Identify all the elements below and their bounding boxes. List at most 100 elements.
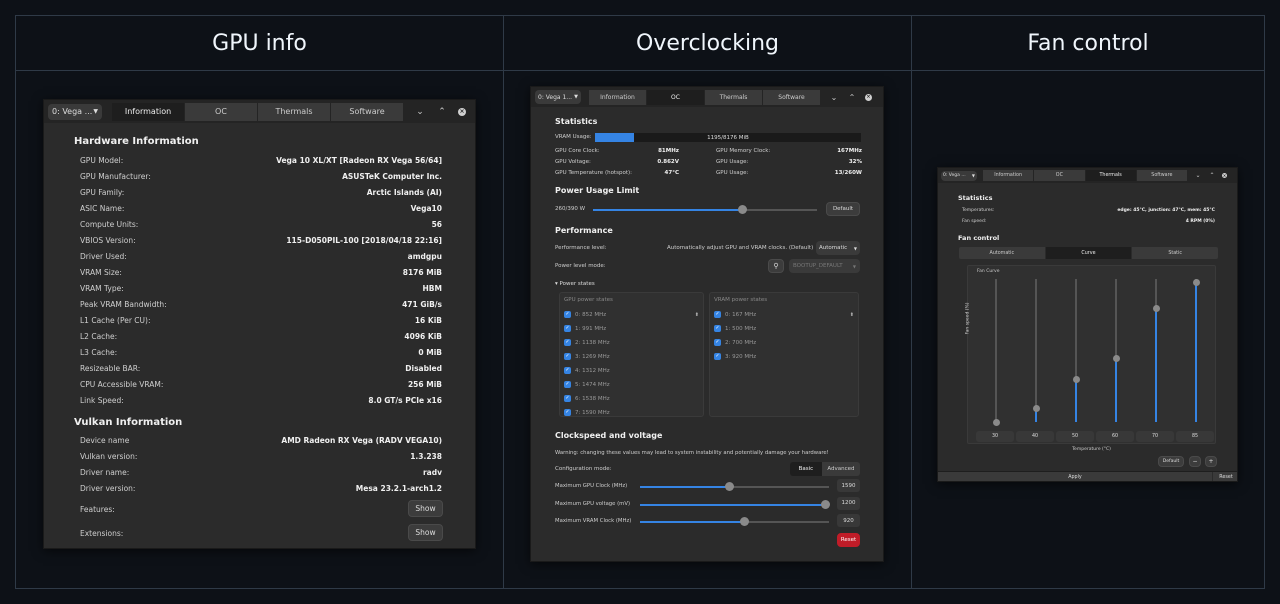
tab-oc[interactable]: OC [647,89,705,105]
fan-mode-static[interactable]: Static [1132,247,1218,259]
clock-value-field[interactable]: 920 [837,514,860,527]
checkbox-icon[interactable]: ✓ [564,409,571,416]
close-icon[interactable]: × [458,107,466,116]
hw-row-label: Peak VRAM Bandwidth: [80,300,167,309]
clock-slider-knob[interactable] [821,499,831,509]
power-default-button[interactable]: Default [826,202,860,216]
power-state-label: 0: 852 MHz [575,311,607,318]
power-limit-knob[interactable] [738,205,748,214]
clock-slider[interactable] [640,482,829,491]
temperature-field[interactable]: 70 [1136,431,1174,442]
add-point-button[interactable]: + [1205,456,1217,467]
apply-button[interactable]: Apply [938,472,1213,481]
power-state-row: ✓ 4: 1312 MHz [564,365,699,376]
fan-default-button[interactable]: Default [1158,456,1184,467]
tab-bar: Information OC Thermals Software [983,170,1188,181]
minimize-icon[interactable]: ⌄ [829,93,839,102]
fan-curve-knob[interactable] [992,419,1000,426]
oc-stat-row: GPU Temperature (hotspot): 47°C [555,170,679,176]
tab-software[interactable]: Software [331,102,404,121]
checkbox-icon[interactable]: ✓ [564,311,571,318]
gpu-select-dropdown[interactable]: 0: Vega ... ▼ [941,170,977,181]
maximize-icon[interactable]: ⌃ [1208,172,1216,179]
power-limit-slider[interactable] [593,205,817,214]
fan-curve-knob[interactable] [1112,354,1120,362]
move-arrow-icon: ⬍ [694,311,699,318]
chevron-down-icon: ▼ [93,108,98,115]
checkbox-icon[interactable]: ✓ [714,353,721,360]
checkbox-icon[interactable]: ✓ [714,311,721,318]
clock-slider[interactable] [640,517,829,526]
checkbox-icon[interactable]: ✓ [714,339,721,346]
temperature-field[interactable]: 30 [976,431,1014,442]
clock-slider-knob[interactable] [724,482,734,491]
clock-value-field[interactable]: 1200 [837,496,860,510]
fan-curve-knob[interactable] [1072,376,1080,384]
checkbox-icon[interactable]: ✓ [564,325,571,332]
config-advanced-button[interactable]: Advanced [821,462,860,476]
performance-level-dropdown[interactable]: Automatic ▼ [816,241,860,255]
close-icon[interactable]: × [865,93,872,101]
hw-row-value: 8176 MiB [402,268,442,277]
maximize-icon[interactable]: ⌃ [436,107,448,117]
hw-row-value: 8.0 GT/s PCIe x16 [368,396,442,405]
fan-curve-fill [1195,281,1197,422]
maximize-icon[interactable]: ⌃ [847,93,857,102]
vram-power-states-title: VRAM power states [714,297,768,303]
temperature-field[interactable]: 40 [1016,431,1054,442]
power-state-label: 1: 991 MHz [575,325,607,332]
power-states-expander[interactable]: ▾ Power states [555,281,595,287]
tab-information[interactable]: Information [112,102,185,121]
features-show-button[interactable]: Show [408,500,443,517]
reset-button[interactable]: Reset [837,533,860,547]
tab-thermals[interactable]: Thermals [705,89,763,105]
fan-curve-knob[interactable] [1152,304,1160,312]
gpu-select-dropdown[interactable]: 0: Vega ... ▼ [48,103,102,120]
power-state-label: 3: 1269 MHz [575,353,610,360]
fan-curve-knob[interactable] [1032,404,1040,412]
checkbox-icon[interactable]: ✓ [564,339,571,346]
tab-software[interactable]: Software [1136,170,1188,181]
tab-software[interactable]: Software [763,89,821,105]
power-level-mode-dropdown[interactable]: BOOTUP_DEFAULT ▼ [789,259,860,273]
temperature-field[interactable]: 60 [1096,431,1134,442]
extensions-show-button[interactable]: Show [408,524,443,541]
remove-point-button[interactable]: − [1189,456,1201,467]
tab-information[interactable]: Information [983,170,1035,181]
fan-mode-curve[interactable]: Curve [1045,247,1133,259]
power-limit-text: 260/390 W [555,206,586,212]
minimize-icon[interactable]: ⌄ [1194,172,1202,179]
tab-oc[interactable]: OC [185,102,258,121]
checkbox-icon[interactable]: ✓ [564,395,571,402]
checkbox-icon[interactable]: ✓ [564,381,571,388]
checkbox-icon[interactable]: ✓ [714,325,721,332]
hw-row-value: Vega 10 XL/XT [Radeon RX Vega 56/64] [276,156,442,165]
hw-row: L3 Cache: 0 MiB [80,348,442,357]
oc-stat-value: 32% [848,159,862,165]
minimize-icon[interactable]: ⌄ [414,107,426,117]
tab-thermals[interactable]: Thermals [258,102,331,121]
clock-slider[interactable] [640,499,831,509]
tab-thermals[interactable]: Thermals [1085,170,1137,181]
checkbox-icon[interactable]: ✓ [564,367,571,374]
temperature-field[interactable]: 50 [1056,431,1094,442]
checkbox-icon[interactable]: ✓ [564,353,571,360]
fan-mode-automatic[interactable]: Automatic [959,247,1046,259]
fan-reset-button[interactable]: Reset [1213,472,1237,481]
gpu-select-dropdown[interactable]: 0: Vega 1... ▼ [535,90,581,104]
config-basic-button[interactable]: Basic [790,462,822,476]
power-limit-fill [593,209,743,211]
power-state-row: ✓ 2: 700 MHz [714,337,854,348]
close-icon[interactable]: × [1222,173,1227,178]
temperature-field[interactable]: 85 [1176,431,1214,442]
clock-slider-knob[interactable] [739,517,749,526]
clock-value-field[interactable]: 1590 [837,479,860,492]
clock-slider-fill [640,503,826,506]
header-bar: 0: Vega ... ▼ Information OC Thermals Sof… [938,168,1237,183]
tab-oc[interactable]: OC [1034,170,1086,181]
fan-curve-knob[interactable] [1192,278,1200,286]
hw-row: Link Speed: 8.0 GT/s PCIe x16 [80,396,442,405]
config-mode-toggle: Basic Advanced [790,462,860,476]
pin-icon[interactable]: ⚲ [768,259,784,273]
tab-information[interactable]: Information [589,89,647,105]
